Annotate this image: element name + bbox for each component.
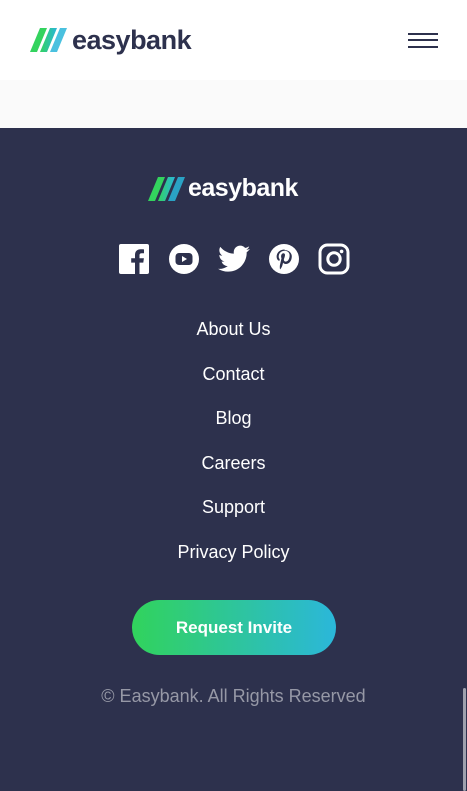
logo-mark-icon (30, 28, 67, 52)
content-band (0, 80, 467, 128)
hamburger-line (408, 32, 438, 35)
footer-link-support[interactable]: Support (0, 492, 467, 537)
logo-mark-icon (148, 176, 185, 201)
footer-nav: About Us Contact Blog Careers Support Pr… (0, 314, 467, 581)
twitter-icon[interactable] (218, 243, 250, 275)
social-links (118, 243, 350, 275)
footer-link-about-us[interactable]: About Us (0, 314, 467, 359)
request-invite-button[interactable]: Request Invite (132, 600, 336, 655)
footer-link-careers[interactable]: Careers (0, 448, 467, 493)
footer-link-blog[interactable]: Blog (0, 403, 467, 448)
footer-link-privacy-policy[interactable]: Privacy Policy (0, 537, 467, 582)
hamburger-line (408, 39, 438, 41)
hamburger-icon[interactable] (408, 32, 438, 48)
scrollbar-thumb[interactable] (463, 688, 466, 791)
site-footer: easybank About Us Contact Blog Careers S… (0, 128, 467, 791)
footer-logo-text: easybank (188, 174, 298, 202)
footer-link-contact[interactable]: Contact (0, 359, 467, 404)
hamburger-line (408, 45, 438, 48)
pinterest-icon[interactable] (268, 243, 300, 275)
youtube-icon[interactable] (168, 243, 200, 275)
header-logo-text: easybank (72, 24, 192, 55)
facebook-icon[interactable] (118, 243, 150, 275)
copyright-text: © Easybank. All Rights Reserved (101, 686, 366, 706)
site-header: easybank (0, 0, 467, 80)
footer-logo[interactable]: easybank (148, 174, 298, 203)
header-logo[interactable]: easybank (30, 24, 192, 56)
instagram-icon[interactable] (318, 243, 350, 275)
